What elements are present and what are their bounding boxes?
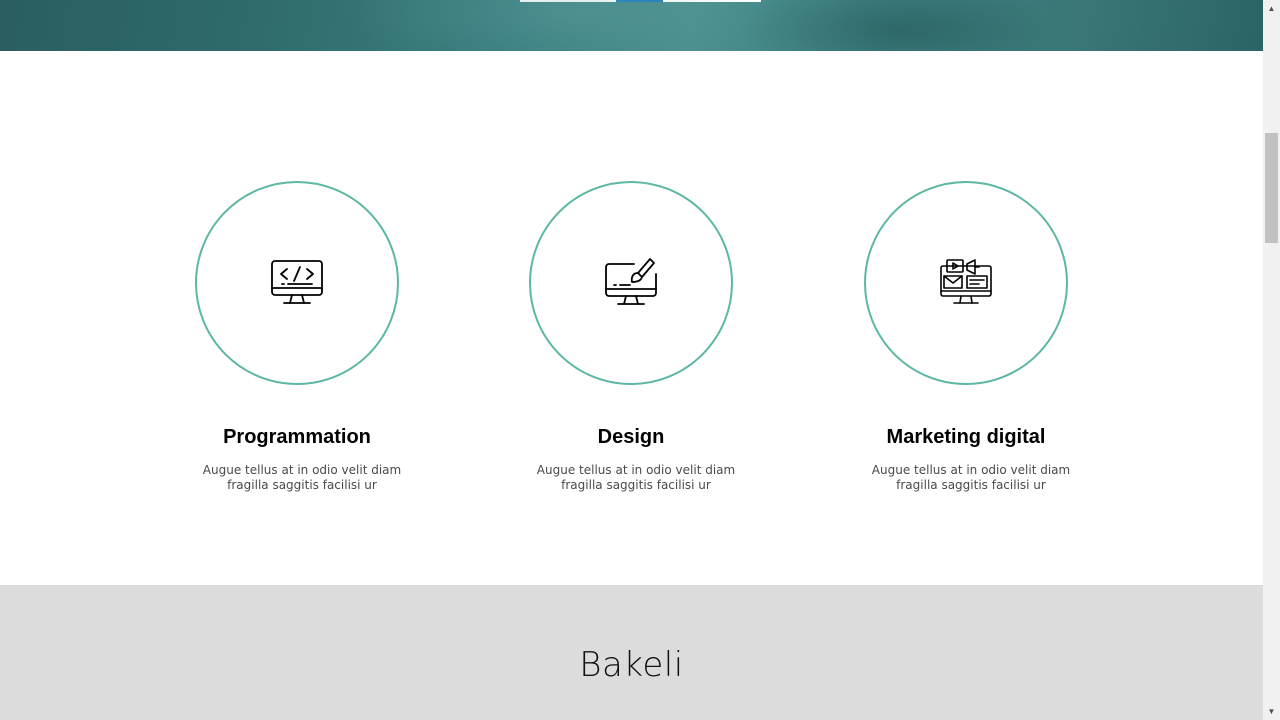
scroll-up-arrow-icon[interactable]: ▲	[1263, 0, 1280, 17]
slider-indicator[interactable]	[663, 0, 761, 2]
marketing-monitor-icon	[940, 259, 992, 304]
service-title: Design	[597, 426, 665, 448]
service-description: Augue tellus at in odio velit diam fragi…	[192, 463, 412, 493]
service-circle	[529, 181, 733, 385]
page: Programmation Augue tellus at in odio ve…	[0, 0, 1263, 720]
service-circle	[864, 181, 1068, 385]
scroll-thumb[interactable]	[1265, 133, 1278, 243]
slider-indicator[interactable]	[520, 0, 616, 2]
service-circle	[195, 181, 399, 385]
scroll-down-arrow-icon[interactable]: ▼	[1263, 703, 1280, 720]
service-description-line: Augue tellus at in odio velit diam	[536, 463, 736, 477]
slider-indicator-active[interactable]	[616, 0, 663, 2]
services-section: Programmation Augue tellus at in odio ve…	[0, 51, 1263, 585]
service-description-line: fragilla saggitis facilisi ur	[561, 478, 711, 492]
bakeli-section: Bakeli	[0, 585, 1263, 720]
service-description: Augue tellus at in odio velit diam fragi…	[861, 463, 1081, 493]
service-title: Programmation	[223, 426, 371, 448]
code-monitor-icon	[271, 260, 323, 304]
hero-banner	[0, 0, 1263, 51]
design-monitor-icon	[605, 258, 657, 305]
service-description: Augue tellus at in odio velit diam fragi…	[526, 463, 746, 493]
section-title: Bakeli	[579, 645, 684, 685]
service-description-line: fragilla saggitis facilisi ur	[227, 478, 377, 492]
service-description-line: fragilla saggitis facilisi ur	[896, 478, 1046, 492]
service-title: Marketing digital	[886, 426, 1046, 448]
vertical-scrollbar[interactable]: ▲ ▼	[1263, 0, 1280, 720]
service-description-line: Augue tellus at in odio velit diam	[202, 463, 402, 477]
service-description-line: Augue tellus at in odio velit diam	[871, 463, 1071, 477]
